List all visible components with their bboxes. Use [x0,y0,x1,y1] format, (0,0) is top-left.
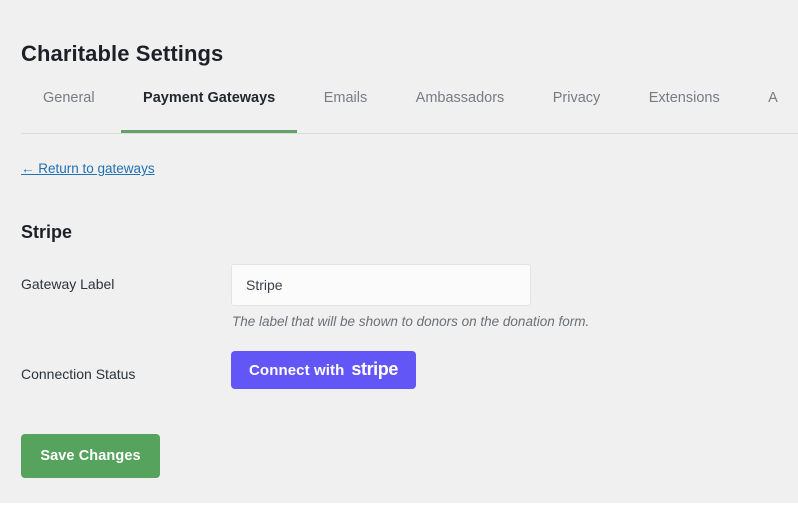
tab-payment-gateways-label: Payment Gateways [143,90,276,106]
tab-privacy[interactable]: Privacy [531,78,623,133]
save-changes-button[interactable]: Save Changes [21,434,160,478]
settings-tab-bar: General Payment Gateways Emails Ambassad… [21,78,798,134]
tab-ambassadors[interactable]: Ambassadors [394,78,527,133]
tab-ambassadors-label: Ambassadors [415,90,505,106]
gateway-section-title: Stripe [21,221,73,242]
gateway-label-input[interactable] [231,264,531,306]
page-title: Charitable Settings [21,40,224,66]
tab-emails-label: Emails [323,90,368,106]
tab-payment-gateways[interactable]: Payment Gateways [121,78,298,133]
tab-advanced-truncated-label: A [768,90,778,106]
tab-general[interactable]: General [21,78,117,133]
connect-with-stripe-button[interactable]: Connect with stripe [231,351,416,389]
tab-general-label: General [43,90,95,106]
stripe-wordmark-icon: stripe [351,359,398,379]
return-to-gateways-link[interactable]: ← Return to gateways [21,160,155,178]
page-bottom-edge [0,503,798,511]
tab-emails[interactable]: Emails [302,78,390,133]
settings-page: Charitable Settings General Payment Gate… [0,0,798,511]
tab-extensions[interactable]: Extensions [627,78,742,133]
gateway-label-help-text: The label that will be shown to donors o… [232,314,590,329]
tab-extensions-label: Extensions [648,90,720,106]
tab-advanced-truncated[interactable]: A [746,78,798,133]
connection-status-field-label: Connection Status [21,366,136,382]
connect-with-stripe-prefix: Connect with [249,361,345,379]
tab-privacy-label: Privacy [552,90,601,106]
gateway-label-field-label: Gateway Label [21,276,115,292]
tab-bar-divider [21,133,798,134]
